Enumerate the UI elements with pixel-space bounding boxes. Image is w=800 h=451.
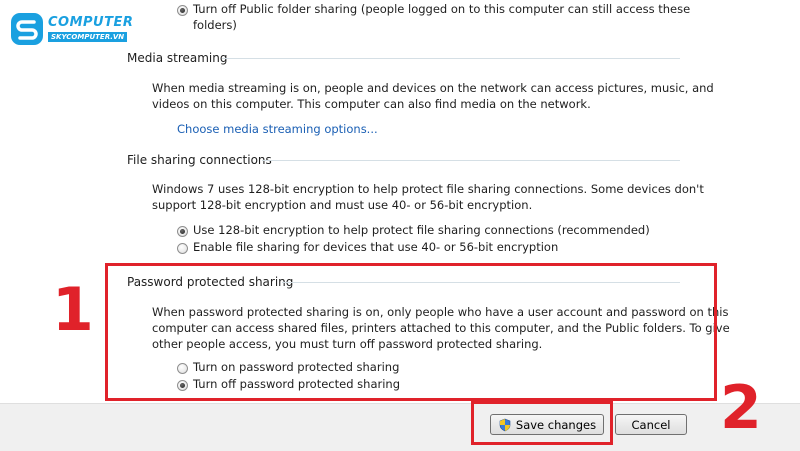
media-streaming-options-link[interactable]: Choose media streaming options... (177, 121, 378, 138)
file-sharing-title: File sharing connections (127, 153, 272, 167)
save-button-highlight (471, 401, 613, 445)
media-streaming-desc-cont: videos on this computer. This computer c… (152, 97, 591, 111)
logo-word: COMPUTER (48, 15, 134, 30)
site-logo: COMPUTER SKYCOMPUTER.VN (10, 10, 133, 48)
encryption-40-56-radio[interactable] (177, 243, 188, 254)
encryption-128-radio[interactable] (177, 226, 188, 237)
public-folder-off-radio[interactable] (177, 5, 188, 16)
encryption-128-label[interactable]: Use 128-bit encryption to help protect f… (193, 222, 650, 239)
step-1-number: 1 (52, 275, 94, 345)
logo-mark-icon (11, 13, 43, 45)
file-sharing-divider (262, 160, 680, 161)
public-folder-off-label-cont: folders) (193, 18, 237, 32)
password-sharing-highlight (105, 263, 717, 401)
step-2-number: 2 (720, 373, 762, 443)
cancel-button[interactable]: Cancel (615, 414, 687, 435)
encryption-40-56-label[interactable]: Enable file sharing for devices that use… (193, 239, 558, 256)
media-streaming-title: Media streaming (127, 51, 228, 65)
media-streaming-divider (222, 58, 680, 59)
media-streaming-desc: When media streaming is on, people and d… (152, 81, 714, 95)
public-folder-off-label[interactable]: Turn off Public folder sharing (people l… (193, 1, 690, 18)
file-sharing-desc: Windows 7 uses 128-bit encryption to hel… (152, 182, 704, 196)
logo-subtitle: SKYCOMPUTER.VN (48, 32, 128, 42)
file-sharing-desc-cont: support 128-bit encryption and must use … (152, 198, 533, 212)
